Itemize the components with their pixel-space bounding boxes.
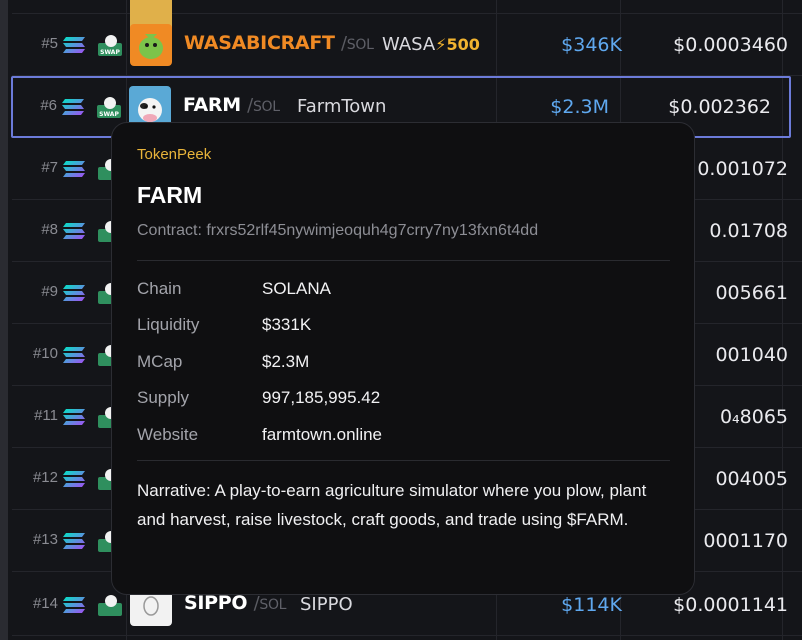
row-rank: #7 <box>41 159 58 176</box>
solana-icon <box>63 161 85 177</box>
token-price: $0.002362 <box>668 96 771 118</box>
field-label-liquidity: Liquidity <box>137 315 200 334</box>
token-price: 0.01708 <box>709 220 788 242</box>
solana-icon <box>63 347 85 363</box>
token-name: WASA⚡500 <box>382 34 480 55</box>
field-label-mcap: MCap <box>137 352 183 371</box>
solana-icon <box>63 471 85 487</box>
swap-icon[interactable]: SWAP <box>97 96 121 118</box>
token-info-popup: TokenPeek FARM Contract: frxrs52rlf45nyw… <box>111 122 695 595</box>
swap-icon[interactable]: SWAP <box>98 34 122 56</box>
token-price: 0₄8065 <box>719 406 788 428</box>
row-rank: #11 <box>34 407 58 424</box>
token-symbol[interactable]: SIPPO /SOL <box>184 592 286 614</box>
solana-icon <box>63 597 85 613</box>
row-rank: #10 <box>32 345 58 362</box>
field-label-website: Website <box>137 425 199 444</box>
row-rank: #6 <box>40 97 57 114</box>
token-symbol[interactable]: WASABICRAFT /SOL <box>184 32 374 54</box>
table-row[interactable]: #5 SWAP WASABICRAFT /SOL WASA⚡500 $346K … <box>12 14 802 76</box>
row-rank: #12 <box>32 469 58 486</box>
solana-icon <box>62 99 84 115</box>
market-cap: $346K <box>561 34 622 56</box>
field-value-mcap: $2.3M <box>262 352 310 371</box>
solana-icon <box>63 223 85 239</box>
website-link[interactable]: farmtown.online <box>262 425 382 445</box>
field-value-liquidity: $331K <box>262 315 312 334</box>
row-rank: #9 <box>41 283 58 300</box>
token-name: SIPPO <box>300 594 353 615</box>
divider <box>137 260 670 261</box>
svg-text:SWAP: SWAP <box>100 49 120 56</box>
scroll-edge[interactable] <box>0 0 8 640</box>
boost-badge: ⚡500 <box>435 35 480 54</box>
token-price: $0.0003460 <box>673 34 788 56</box>
narrative-text: Narrative: A play-to-earn agriculture si… <box>137 481 647 529</box>
token-price: 001040 <box>715 344 788 366</box>
row-rank: #14 <box>32 595 58 612</box>
table-row[interactable] <box>12 0 802 34</box>
divider <box>137 460 670 461</box>
popup-title: FARM <box>137 182 203 208</box>
row-rank: #13 <box>32 531 58 548</box>
token-symbol[interactable]: FARM /SOL <box>183 94 280 116</box>
field-value-supply: 997,185,995.42 <box>262 388 381 407</box>
solana-icon <box>63 533 85 549</box>
contract-address: Contract: frxrs52rlf45nywimjeoquh4g7crry… <box>137 222 539 239</box>
row-rank: #5 <box>41 35 58 52</box>
field-value-chain: SOLANA <box>262 279 331 298</box>
token-price: 0.001072 <box>697 158 788 180</box>
solana-icon <box>63 409 85 425</box>
token-price: $0.0001141 <box>673 594 788 616</box>
solana-icon <box>63 285 85 301</box>
swap-icon[interactable] <box>98 594 122 616</box>
market-cap: $2.3M <box>550 96 609 118</box>
market-cap: $114K <box>561 594 622 616</box>
token-price: 004005 <box>715 468 788 490</box>
popup-brand: TokenPeek <box>137 146 212 163</box>
field-label-chain: Chain <box>137 279 182 298</box>
solana-icon <box>63 37 85 53</box>
token-name: FarmTown <box>297 96 387 117</box>
svg-text:SWAP: SWAP <box>99 111 119 118</box>
row-rank: #8 <box>41 221 58 238</box>
field-label-supply: Supply <box>137 388 189 407</box>
token-price: 0001170 <box>703 530 788 552</box>
token-price: 005661 <box>715 282 788 304</box>
token-logo <box>130 24 172 66</box>
